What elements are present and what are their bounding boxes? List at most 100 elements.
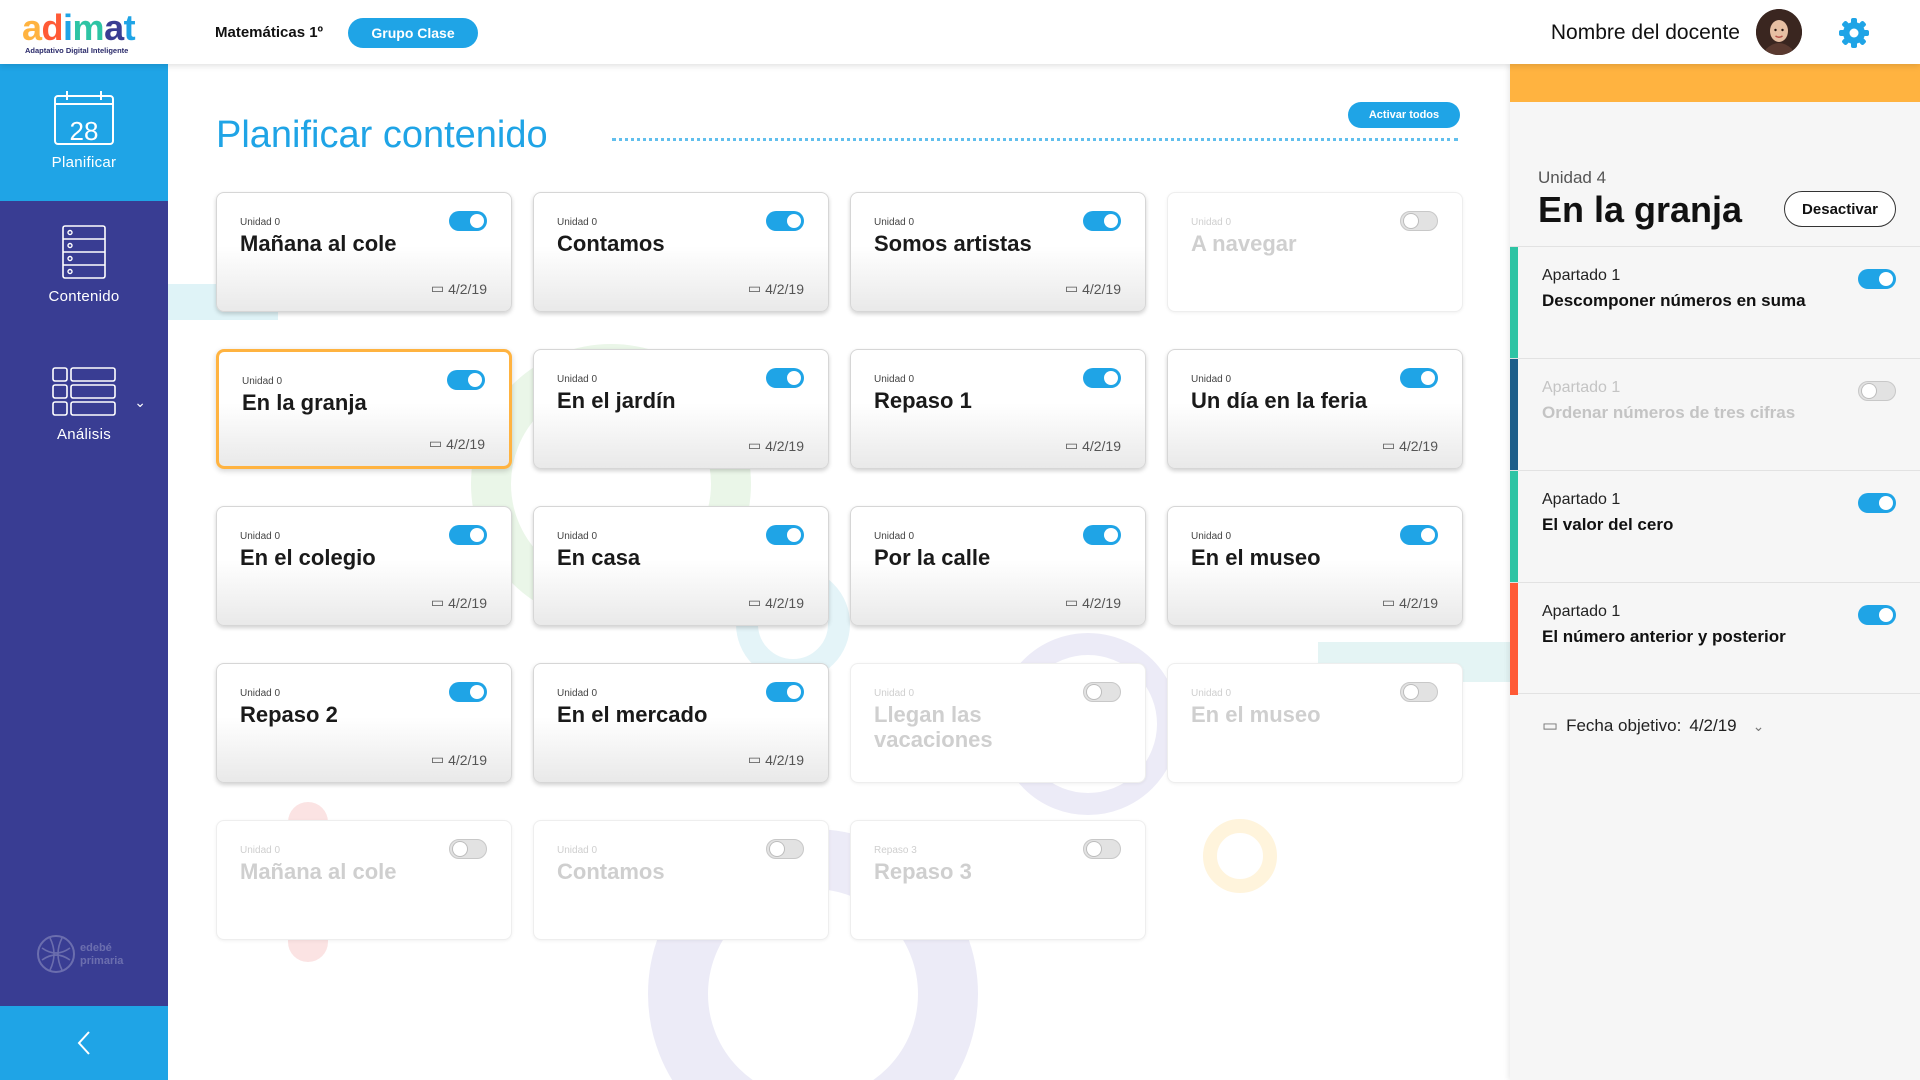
chevron-down-icon: ⌄ [1752, 717, 1765, 734]
card-date-value: 4/2/19 [765, 751, 804, 768]
card-toggle[interactable] [1083, 368, 1121, 388]
calendar-icon: ▭ [747, 437, 762, 453]
chevron-down-icon[interactable]: ⌄ [134, 394, 146, 411]
sidebar: 28 Planificar Contenido Análisis ⌄ edebé… [0, 64, 168, 1080]
unit-card[interactable]: Unidad 0 Contamos [533, 820, 829, 940]
card-title: Repaso 3 [874, 859, 972, 884]
card-toggle[interactable] [1083, 682, 1121, 702]
card-toggle[interactable] [449, 682, 487, 702]
calendar-icon: ▭ [747, 280, 762, 296]
card-date: ▭ 4/2/19 [748, 437, 804, 454]
calendar-icon: ▭ [1064, 280, 1079, 296]
apartado-toggle[interactable] [1858, 493, 1896, 513]
card-toggle[interactable] [449, 525, 487, 545]
card-title: En la granja [242, 390, 367, 415]
top-bar: adimat Adaptativo Digital Inteligente Ma… [0, 0, 1920, 64]
card-toggle[interactable] [766, 839, 804, 859]
apartado-color-bar [1510, 247, 1518, 359]
calendar-icon: ▭ [1381, 594, 1396, 610]
unit-card[interactable]: Unidad 0 En el jardín ▭ 4/2/19 [533, 349, 829, 469]
teacher-name[interactable]: Nombre del docente [1551, 21, 1740, 45]
activate-all-button[interactable]: Activar todos [1348, 102, 1460, 128]
unit-card[interactable]: Unidad 0 En el mercado ▭ 4/2/19 [533, 663, 829, 783]
card-unit-label: Unidad 0 [557, 374, 598, 385]
card-title: Contamos [557, 231, 665, 256]
apartado-color-bar [1510, 583, 1518, 695]
card-toggle[interactable] [449, 839, 487, 859]
logo-wordmark: adimat [22, 7, 136, 48]
card-date: ▭ 4/2/19 [431, 594, 487, 611]
unit-detail-panel: Unidad 4 En la granja Desactivar Apartad… [1510, 64, 1920, 1080]
card-unit-label: Unidad 0 [242, 376, 283, 387]
group-button[interactable]: Grupo Clase [348, 18, 478, 48]
avatar[interactable] [1756, 9, 1802, 55]
card-toggle[interactable] [766, 368, 804, 388]
unit-card[interactable]: Unidad 0 Contamos ▭ 4/2/19 [533, 192, 829, 312]
apartado-item[interactable]: Apartado 1 Descomponer números en suma [1510, 246, 1920, 359]
apartado-item[interactable]: Apartado 1 El valor del cero [1510, 470, 1920, 583]
sidebar-item-planificar[interactable]: 28 Planificar [0, 64, 168, 201]
apartado-item[interactable]: Apartado 1 El número anterior y posterio… [1510, 582, 1920, 695]
apartado-label: Apartado 1 [1542, 603, 1621, 620]
unit-card[interactable]: Unidad 0 Llegan las vacaciones [850, 663, 1146, 783]
publisher-name: edebé primaria [80, 942, 124, 967]
apartado-toggle[interactable] [1858, 269, 1896, 289]
unit-card[interactable]: Repaso 3 Repaso 3 [850, 820, 1146, 940]
card-date: ▭ 4/2/19 [1065, 594, 1121, 611]
unit-card[interactable]: Unidad 0 Somos artistas ▭ 4/2/19 [850, 192, 1146, 312]
unit-card[interactable]: Unidad 0 Repaso 1 ▭ 4/2/19 [850, 349, 1146, 469]
card-toggle[interactable] [1400, 525, 1438, 545]
unit-card[interactable]: Unidad 0 En el colegio ▭ 4/2/19 [216, 506, 512, 626]
collapse-sidebar-button[interactable] [0, 1006, 168, 1080]
unit-card[interactable]: Unidad 0 En casa ▭ 4/2/19 [533, 506, 829, 626]
app-logo[interactable]: adimat Adaptativo Digital Inteligente [22, 10, 152, 56]
card-toggle[interactable] [1083, 525, 1121, 545]
unit-card-selected[interactable]: Unidad 0 En la granja ▭ 4/2/19 [216, 349, 512, 469]
card-date: ▭ 4/2/19 [1382, 437, 1438, 454]
subject-label: Matemáticas 1º [215, 24, 324, 41]
apartado-label: Apartado 1 [1542, 267, 1621, 284]
unit-card[interactable]: Unidad 0 Un día en la feria ▭ 4/2/19 [1167, 349, 1463, 469]
sidebar-item-contenido[interactable]: Contenido [0, 224, 168, 334]
card-date: ▭ 4/2/19 [748, 594, 804, 611]
card-unit-label: Unidad 0 [874, 217, 915, 228]
unit-card[interactable]: Unidad 0 Por la calle ▭ 4/2/19 [850, 506, 1146, 626]
apartado-name: Descomponer números en suma [1542, 291, 1806, 310]
card-unit-label: Unidad 0 [1191, 217, 1232, 228]
apartado-item[interactable]: Apartado 1 Ordenar números de tres cifra… [1510, 358, 1920, 471]
target-date-selector[interactable]: ▭ Fecha objetivo: 4/2/19 ⌄ [1542, 716, 1764, 736]
unit-card[interactable]: Unidad 0 Repaso 2 ▭ 4/2/19 [216, 663, 512, 783]
card-title: En el jardín [557, 388, 676, 413]
unit-card[interactable]: Unidad 0 En el museo [1167, 663, 1463, 783]
card-date-value: 4/2/19 [448, 751, 487, 768]
apartado-toggle[interactable] [1858, 381, 1896, 401]
unit-card[interactable]: Unidad 0 Mañana al cole ▭ 4/2/19 [216, 192, 512, 312]
card-toggle[interactable] [449, 211, 487, 231]
card-date: ▭ 4/2/19 [1065, 437, 1121, 454]
unit-card[interactable]: Unidad 0 Mañana al cole [216, 820, 512, 940]
chevron-left-icon [77, 1031, 90, 1055]
main-content: Planificar contenido Activar todos Unida… [168, 64, 1510, 1080]
calendar-icon: ▭ [428, 435, 443, 451]
card-toggle[interactable] [1400, 211, 1438, 231]
sidebar-item-analisis[interactable]: Análisis ⌄ [0, 366, 168, 476]
apartado-name: El valor del cero [1542, 515, 1674, 534]
card-toggle[interactable] [1400, 682, 1438, 702]
gear-icon[interactable] [1838, 17, 1870, 49]
card-toggle[interactable] [1083, 211, 1121, 231]
deactivate-button[interactable]: Desactivar [1784, 191, 1896, 227]
unit-card[interactable]: Unidad 0 A navegar [1167, 192, 1463, 312]
card-toggle[interactable] [766, 525, 804, 545]
apartado-toggle[interactable] [1858, 605, 1896, 625]
card-toggle[interactable] [766, 211, 804, 231]
card-title: En el museo [1191, 702, 1321, 727]
calendar-icon: ▭ [747, 751, 762, 767]
card-toggle[interactable] [1400, 368, 1438, 388]
card-date-value: 4/2/19 [1399, 594, 1438, 611]
unit-card[interactable]: Unidad 0 En el museo ▭ 4/2/19 [1167, 506, 1463, 626]
card-title: Mañana al cole [240, 859, 397, 884]
card-toggle[interactable] [766, 682, 804, 702]
card-unit-label: Unidad 0 [557, 688, 598, 699]
card-toggle[interactable] [447, 370, 485, 390]
card-toggle[interactable] [1083, 839, 1121, 859]
